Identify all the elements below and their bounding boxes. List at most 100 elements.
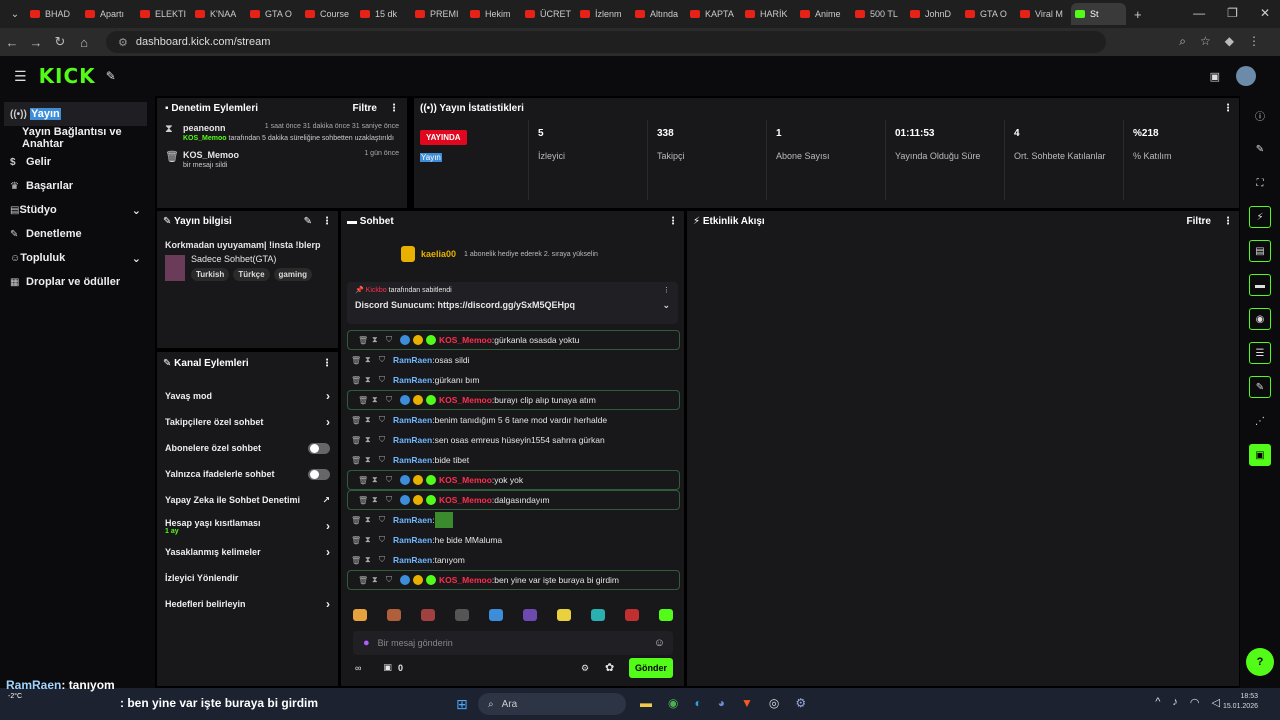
browser-tab[interactable]: Viral M (1016, 3, 1071, 25)
emote-icon[interactable] (659, 609, 673, 621)
tag-chip[interactable]: Turkish (191, 268, 230, 281)
menu-dots-icon[interactable]: ⋮ (1248, 34, 1260, 49)
timeout-icon[interactable]: ⧗ (365, 515, 379, 525)
filter-button[interactable]: Filtre (353, 103, 377, 114)
back-icon[interactable]: ← (0, 35, 24, 50)
browser-tab[interactable]: GTA O (246, 3, 301, 25)
emote-icon[interactable] (489, 609, 503, 621)
chat-username[interactable]: KOS_Memoo (439, 475, 492, 485)
url-field[interactable]: ⚙ dashboard.kick.com/stream (106, 31, 1106, 53)
timeout-icon[interactable]: ⧗ (365, 355, 379, 365)
share-icon[interactable]: ⋰ (1249, 410, 1271, 432)
chat-username[interactable]: RamRaen (393, 455, 432, 465)
broadcast-icon[interactable]: ◉ (1249, 308, 1271, 330)
maximize-icon[interactable]: ❐ (1227, 6, 1238, 20)
taskbar-search[interactable]: ⌕ Ara (478, 693, 626, 715)
kick-logo[interactable]: KICK (39, 64, 96, 88)
tab-search-icon[interactable]: ⌄ (4, 9, 26, 20)
box-icon[interactable]: ▣ (383, 662, 392, 673)
user-avatar[interactable] (1236, 66, 1256, 86)
browser-tab[interactable]: Course (301, 3, 356, 25)
channel-action-item[interactable]: Yapay Zeka ile Sohbet Denetimi ↗ (157, 487, 338, 513)
channel-action-item[interactable]: Takipçilere özel sohbet › (157, 409, 338, 435)
unpin-icon[interactable]: ⋮ (663, 286, 670, 294)
trash-icon[interactable]: 🗑 (351, 436, 365, 445)
emote-icon[interactable] (421, 609, 435, 621)
more-icon[interactable]: ⋮ (389, 103, 399, 114)
browser-tab[interactable]: St (1071, 3, 1126, 25)
sidebar-item-achievements[interactable]: ♛ Başarılar (0, 174, 155, 198)
list-icon[interactable]: ☰ (1249, 342, 1271, 364)
send-button[interactable]: Gönder (629, 658, 673, 678)
more-icon[interactable]: ⋮ (322, 358, 332, 369)
more-icon[interactable]: ⋮ (1223, 103, 1233, 114)
browser-tab[interactable]: ÜCRET (521, 3, 576, 25)
expand-icon[interactable]: ⛶ (1249, 172, 1271, 194)
edit-icon[interactable]: ✎ (304, 216, 312, 227)
timeout-icon[interactable]: ⧗ (372, 335, 386, 345)
more-icon[interactable]: ⋮ (668, 216, 678, 227)
sidebar-item-moderation[interactable]: ✎ Denetleme (0, 222, 155, 246)
sidebar-item-community[interactable]: ☺Topluluk ⌄ (0, 246, 155, 270)
wifi-icon[interactable]: ◠ (1190, 696, 1200, 709)
trash-icon[interactable]: 🗑 (358, 336, 372, 345)
toggle-switch[interactable] (308, 442, 330, 454)
new-tab-icon[interactable]: + (1134, 7, 1142, 22)
sidebar-item-studio[interactable]: ▤Stüdyo ⌄ (0, 198, 155, 222)
browser-tab[interactable]: PREMI (411, 3, 466, 25)
app-icon[interactable]: ▣ (1249, 444, 1271, 466)
folder-icon[interactable]: ▬ (640, 696, 652, 710)
trash-icon[interactable]: 🗑 (351, 456, 365, 465)
sidebar-item-drops[interactable]: ▦ Droplar ve ödüller (0, 270, 155, 294)
hamburger-menu-icon[interactable]: ☰ (14, 68, 27, 85)
more-icon[interactable]: ⋮ (322, 216, 332, 227)
bookmark-star-icon[interactable]: ☆ (1200, 34, 1211, 49)
emote-icon[interactable] (591, 609, 605, 621)
chevron-up-icon[interactable]: ^ (1155, 696, 1160, 709)
browser-tab[interactable]: KAPTA (686, 3, 741, 25)
browser-tab[interactable]: GTA O (961, 3, 1016, 25)
chat-message[interactable]: 🗑 ⧗ ⛉ RamRaen: bide tibet (341, 450, 684, 470)
steam-icon[interactable]: ◎ (769, 696, 779, 710)
chat-input[interactable]: ● Bir mesaj gönderin ☺ (353, 631, 673, 655)
reload-icon[interactable]: ↻ (48, 34, 72, 50)
timeout-icon[interactable]: ⧗ (365, 535, 379, 545)
chevron-down-icon[interactable]: ⌄ (662, 300, 670, 311)
mic-icon[interactable]: ♪ (1172, 696, 1178, 709)
forward-icon[interactable]: → (24, 35, 48, 50)
trash-icon[interactable]: 🗑 (351, 536, 365, 545)
settings-icon[interactable]: ⚙ (581, 663, 589, 674)
chat-username[interactable]: KOS_Memoo (439, 575, 492, 585)
chat-username[interactable]: KOS_Memoo (439, 395, 492, 405)
tools-icon[interactable]: ✎ (106, 69, 116, 83)
trash-icon[interactable]: 🗑 (358, 576, 372, 585)
browser-tab[interactable]: HARİK (741, 3, 796, 25)
chat-icon[interactable]: ▬ (1249, 274, 1271, 296)
timeout-icon[interactable]: ⧗ (372, 495, 386, 505)
emote-icon[interactable] (455, 609, 469, 621)
tag-chip[interactable]: gaming (273, 268, 312, 281)
sidebar-item-revenue[interactable]: $ Gelir (0, 150, 155, 174)
more-icon[interactable]: ⋮ (1223, 216, 1233, 227)
chrome-icon[interactable]: ◉ (668, 696, 678, 710)
chat-message[interactable]: 🗑 ⧗ ⛉ KOS_Memoo: dalgasındayım (347, 490, 680, 510)
trash-icon[interactable]: 🗑 (358, 476, 372, 485)
notes-icon[interactable]: ▤ (1249, 240, 1271, 262)
trash-icon[interactable]: 🗑 (351, 516, 365, 525)
help-icon[interactable]: ? (1246, 648, 1274, 676)
trash-icon[interactable]: 🗑 (351, 376, 365, 385)
site-info-icon[interactable]: ⚙ (118, 36, 128, 49)
emote-icon[interactable] (625, 609, 639, 621)
emote-icon[interactable] (387, 609, 401, 621)
chat-username[interactable]: RamRaen (393, 435, 432, 445)
clock[interactable]: 18:53 15.01.2026 (1223, 693, 1258, 710)
zoom-icon[interactable]: ⌕ (1179, 34, 1186, 49)
browser-tab[interactable]: 15 dk (356, 3, 411, 25)
chat-message[interactable]: 🗑 ⧗ ⛉ RamRaen: tanıyom (341, 550, 684, 570)
gear-icon[interactable]: ✿ (605, 661, 614, 674)
tag-chip[interactable]: Türkçe (233, 268, 270, 281)
trash-icon[interactable]: 🗑 (358, 396, 372, 405)
chat-message[interactable]: 🗑 ⧗ ⛉ RamRaen: (341, 510, 684, 530)
minimize-icon[interactable]: — (1193, 6, 1205, 20)
points-icon[interactable]: ∞ (355, 663, 361, 673)
